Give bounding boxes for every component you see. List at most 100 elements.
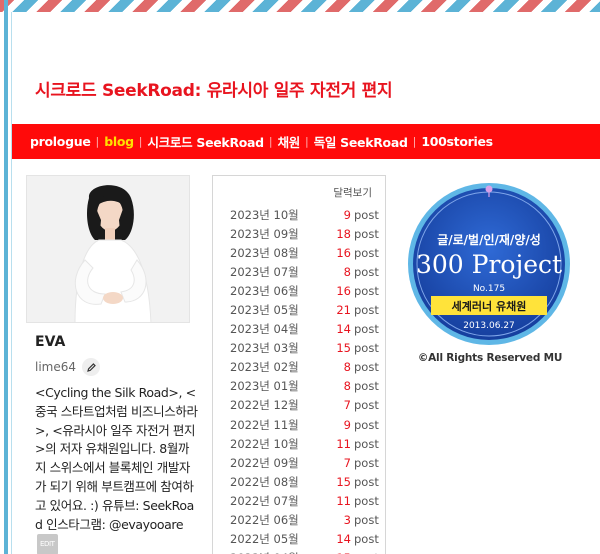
- archive-post-label: post: [354, 417, 379, 432]
- profile-description: <Cycling the Silk Road>, <중국 스타트업처럼 비즈니스…: [35, 384, 200, 554]
- archive-month: 2023년 08월: [230, 245, 299, 260]
- profile-id-text: lime64: [35, 360, 77, 374]
- archive-post-label: post: [354, 493, 379, 508]
- menu-item-blog[interactable]: blog: [104, 134, 134, 149]
- badge-main-text: 300 Project: [416, 250, 562, 279]
- archive-month: 2023년 04월: [230, 322, 299, 337]
- archive-count: 16: [336, 283, 351, 298]
- archive-list: 달력보기 2023년 10월 9 post 2023년 09월 18 post 2023년 …: [212, 175, 386, 554]
- archive-count: 16: [336, 245, 351, 260]
- menu-item-chaewon[interactable]: 채원: [278, 132, 301, 151]
- archive-row[interactable]: 2022년 05월 14 post: [213, 530, 385, 549]
- archive-count: 7: [343, 455, 351, 470]
- archive-count: 11: [336, 436, 351, 451]
- airmail-border-top: [0, 0, 600, 12]
- archive-count: 9: [343, 207, 351, 222]
- archive-month: 2022년 04월: [230, 550, 335, 554]
- archive-row[interactable]: 2023년 03월 15 post: [213, 339, 385, 358]
- archive-count: 14: [336, 322, 351, 337]
- menu-separator: |: [138, 135, 143, 148]
- calendar-view-link[interactable]: 달력보기: [213, 176, 385, 205]
- archive-row[interactable]: 2022년 08월 15 post: [213, 472, 385, 491]
- archive-row[interactable]: 2023년 08월 16 post: [213, 243, 385, 262]
- archive-row[interactable]: 2022년 04월15post: [213, 549, 385, 554]
- archive-count: 8: [343, 264, 351, 279]
- archive-row[interactable]: 2022년 09월 7 post: [213, 453, 385, 472]
- archive-month: 2023년 01월: [230, 379, 299, 394]
- archive-row[interactable]: 2023년 07월 8 post: [213, 262, 385, 281]
- archive-post-label: post: [354, 379, 379, 394]
- archive-month: 2022년 08월: [230, 474, 299, 489]
- archive-month: 2022년 07월: [230, 493, 299, 508]
- archive-month: 2022년 06월: [230, 513, 299, 528]
- archive-month: 2023년 10월: [230, 207, 299, 222]
- archive-count: 8: [343, 360, 351, 375]
- archive-post-label: post: [354, 207, 379, 222]
- archive-row[interactable]: 2022년 06월 3 post: [213, 511, 385, 530]
- archive-post-label: post: [354, 398, 379, 413]
- profile-name: EVA: [35, 334, 66, 350]
- archive-row[interactable]: 2023년 10월 9 post: [213, 205, 385, 224]
- archive-post-label: post: [354, 341, 379, 356]
- profile-description-text: <Cycling the Silk Road>, <중국 스타트업처럼 비즈니스…: [35, 385, 198, 532]
- archive-month: 2022년 11월: [230, 417, 299, 432]
- archive-row[interactable]: 2022년 10월 11 post: [213, 434, 385, 453]
- archive-count: 18: [336, 226, 351, 241]
- archive-month: 2022년 09월: [230, 455, 299, 470]
- badge-caption: ©All Rights Reserved MU: [417, 352, 563, 364]
- 300-project-badge[interactable]: 글/로/벌/인/재/양/성 300 Project No.175 세계러너 유채…: [405, 177, 573, 347]
- edit-button[interactable]: EDIT: [37, 534, 58, 554]
- archive-month: 2023년 09월: [230, 226, 299, 241]
- archive-count: 14: [336, 532, 351, 547]
- badge-ribbon: 세계러너 유채원: [452, 299, 527, 313]
- menu-item-prologue[interactable]: prologue: [30, 134, 91, 149]
- menu-separator: |: [304, 135, 309, 148]
- profile-id: lime64: [35, 358, 101, 376]
- menu-separator: |: [95, 135, 100, 148]
- profile-photo-illustration: [27, 176, 189, 322]
- archive-month: 2023년 06월: [230, 283, 299, 298]
- left-border: [4, 0, 8, 554]
- archive-post-label: post: [354, 245, 379, 260]
- archive-row[interactable]: 2022년 12월 7 post: [213, 396, 385, 415]
- archive-row[interactable]: 2022년 11월 9 post: [213, 415, 385, 434]
- archive-row[interactable]: 2023년 05월 21 post: [213, 300, 385, 319]
- archive-count: 11: [336, 493, 351, 508]
- archive-month: 2023년 03월: [230, 341, 299, 356]
- pencil-icon[interactable]: [82, 358, 101, 376]
- menu-item-seekroad[interactable]: 시크로드 SeekRoad: [148, 132, 265, 151]
- archive-row[interactable]: 2022년 07월 11 post: [213, 491, 385, 510]
- left-border-line: [11, 12, 12, 554]
- archive-post-label: post: [354, 360, 379, 375]
- archive-row[interactable]: 2023년 06월 16 post: [213, 281, 385, 300]
- archive-rows: 2023년 10월 9 post 2023년 09월 18 post 2023년 08월 16…: [213, 205, 385, 554]
- archive-post-label: post: [354, 436, 379, 451]
- archive-count: 21: [336, 303, 351, 318]
- archive-count: 7: [343, 398, 351, 413]
- archive-month: 2023년 07월: [230, 264, 299, 279]
- archive-row[interactable]: 2023년 09월 18 post: [213, 224, 385, 243]
- archive-post-label: post: [354, 474, 379, 489]
- archive-count: 15: [336, 341, 351, 356]
- archive-post-label: post: [354, 532, 379, 547]
- blog-title[interactable]: 시크로드 SeekRoad: 유라시아 일주 자전거 편지: [35, 76, 393, 101]
- archive-month: 2022년 12월: [230, 398, 299, 413]
- archive-count: 8: [343, 379, 351, 394]
- badge-graphic: 글/로/벌/인/재/양/성 300 Project No.175 세계러너 유채…: [408, 183, 570, 345]
- archive-month: 2022년 05월: [230, 532, 299, 547]
- archive-count: 9: [343, 417, 351, 432]
- menu-item-100stories[interactable]: 100stories: [421, 134, 493, 149]
- archive-row[interactable]: 2023년 02월 8 post: [213, 358, 385, 377]
- archive-count: 15: [336, 474, 351, 489]
- archive-post-label: post: [354, 455, 379, 470]
- archive-row[interactable]: 2023년 01월 8 post: [213, 377, 385, 396]
- archive-row[interactable]: 2023년 04월 14 post: [213, 320, 385, 339]
- menu-item-germany-seekroad[interactable]: 독일 SeekRoad: [314, 132, 408, 151]
- profile-photo[interactable]: [26, 175, 190, 323]
- archive-month: 2023년 05월: [230, 303, 299, 318]
- archive-month: 2023년 02월: [230, 360, 299, 375]
- archive-post-label: post: [354, 264, 379, 279]
- top-menu: prologue | blog | 시크로드 SeekRoad | 채원 | 독…: [12, 124, 600, 159]
- badge-top-text: 글/로/벌/인/재/양/성: [437, 232, 541, 247]
- archive-count: 3: [343, 513, 351, 528]
